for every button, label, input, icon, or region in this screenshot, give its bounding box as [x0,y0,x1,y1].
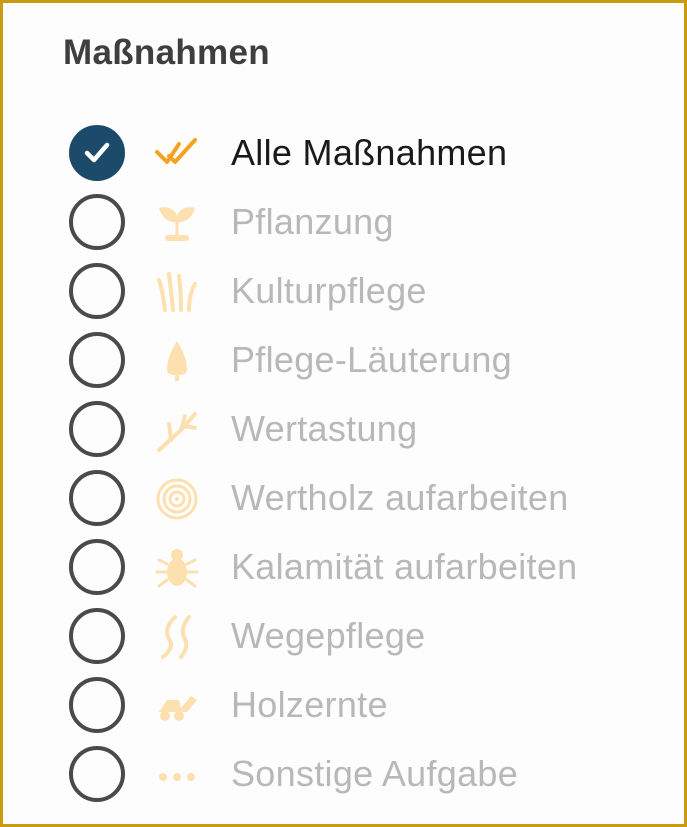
option-label: Pflanzung [231,201,394,242]
branch-icon [157,412,197,452]
panel-title: Maßnahmen [63,33,270,72]
radio-unchecked[interactable] [69,401,125,457]
option-label: Pflege-Läuterung [231,339,513,380]
radio-unchecked[interactable] [69,539,125,595]
check-icon [84,142,110,163]
option-wegepflege[interactable]: Wegepflege [69,608,669,664]
option-pflanzung[interactable]: Pflanzung [69,194,669,250]
option-wertholz-aufarbeiten[interactable]: Wertholz aufarbeiten [69,470,669,526]
tree-rings-icon [156,478,198,520]
option-label: Holzernte [231,684,388,725]
radio-unchecked[interactable] [69,263,125,319]
option-pflege-laeuterung[interactable]: Pflege-Läuterung [69,332,669,388]
option-holzernte[interactable]: Holzernte [69,677,669,733]
radio-unchecked[interactable] [69,470,125,526]
option-label: Wertholz aufarbeiten [231,477,569,518]
beetle-icon [155,549,199,588]
option-label: Wertastung [231,408,418,449]
option-alle-massnahmen[interactable]: Alle Maßnahmen [69,125,669,181]
grass-icon [157,272,197,312]
option-label: Kulturpflege [231,270,427,311]
option-label: Sonstige Aufgabe [231,753,519,794]
more-dots-icon [159,773,195,781]
option-label: Wegepflege [231,615,426,656]
filter-panel: Maßnahmen Alle Maßnahmen Pflanzung Kultu… [0,0,687,827]
radio-checked[interactable] [69,125,125,181]
option-kulturpflege[interactable]: Kulturpflege [69,263,669,319]
option-kalamitaet-aufarbeiten[interactable]: Kalamität aufarbeiten [69,539,669,595]
double-check-icon [155,138,197,164]
sprout-icon [159,207,195,241]
radio-unchecked[interactable] [69,608,125,664]
harvester-icon [159,696,197,721]
path-icon [161,615,191,659]
radio-unchecked[interactable] [69,332,125,388]
radio-unchecked[interactable] [69,746,125,802]
option-label: Alle Maßnahmen [231,132,508,173]
radio-unchecked[interactable] [69,677,125,733]
option-label: Kalamität aufarbeiten [231,546,578,587]
option-wertastung[interactable]: Wertastung [69,401,669,457]
tree-icon [167,341,187,381]
radio-unchecked[interactable] [69,194,125,250]
option-sonstige-aufgabe[interactable]: Sonstige Aufgabe [69,746,669,802]
